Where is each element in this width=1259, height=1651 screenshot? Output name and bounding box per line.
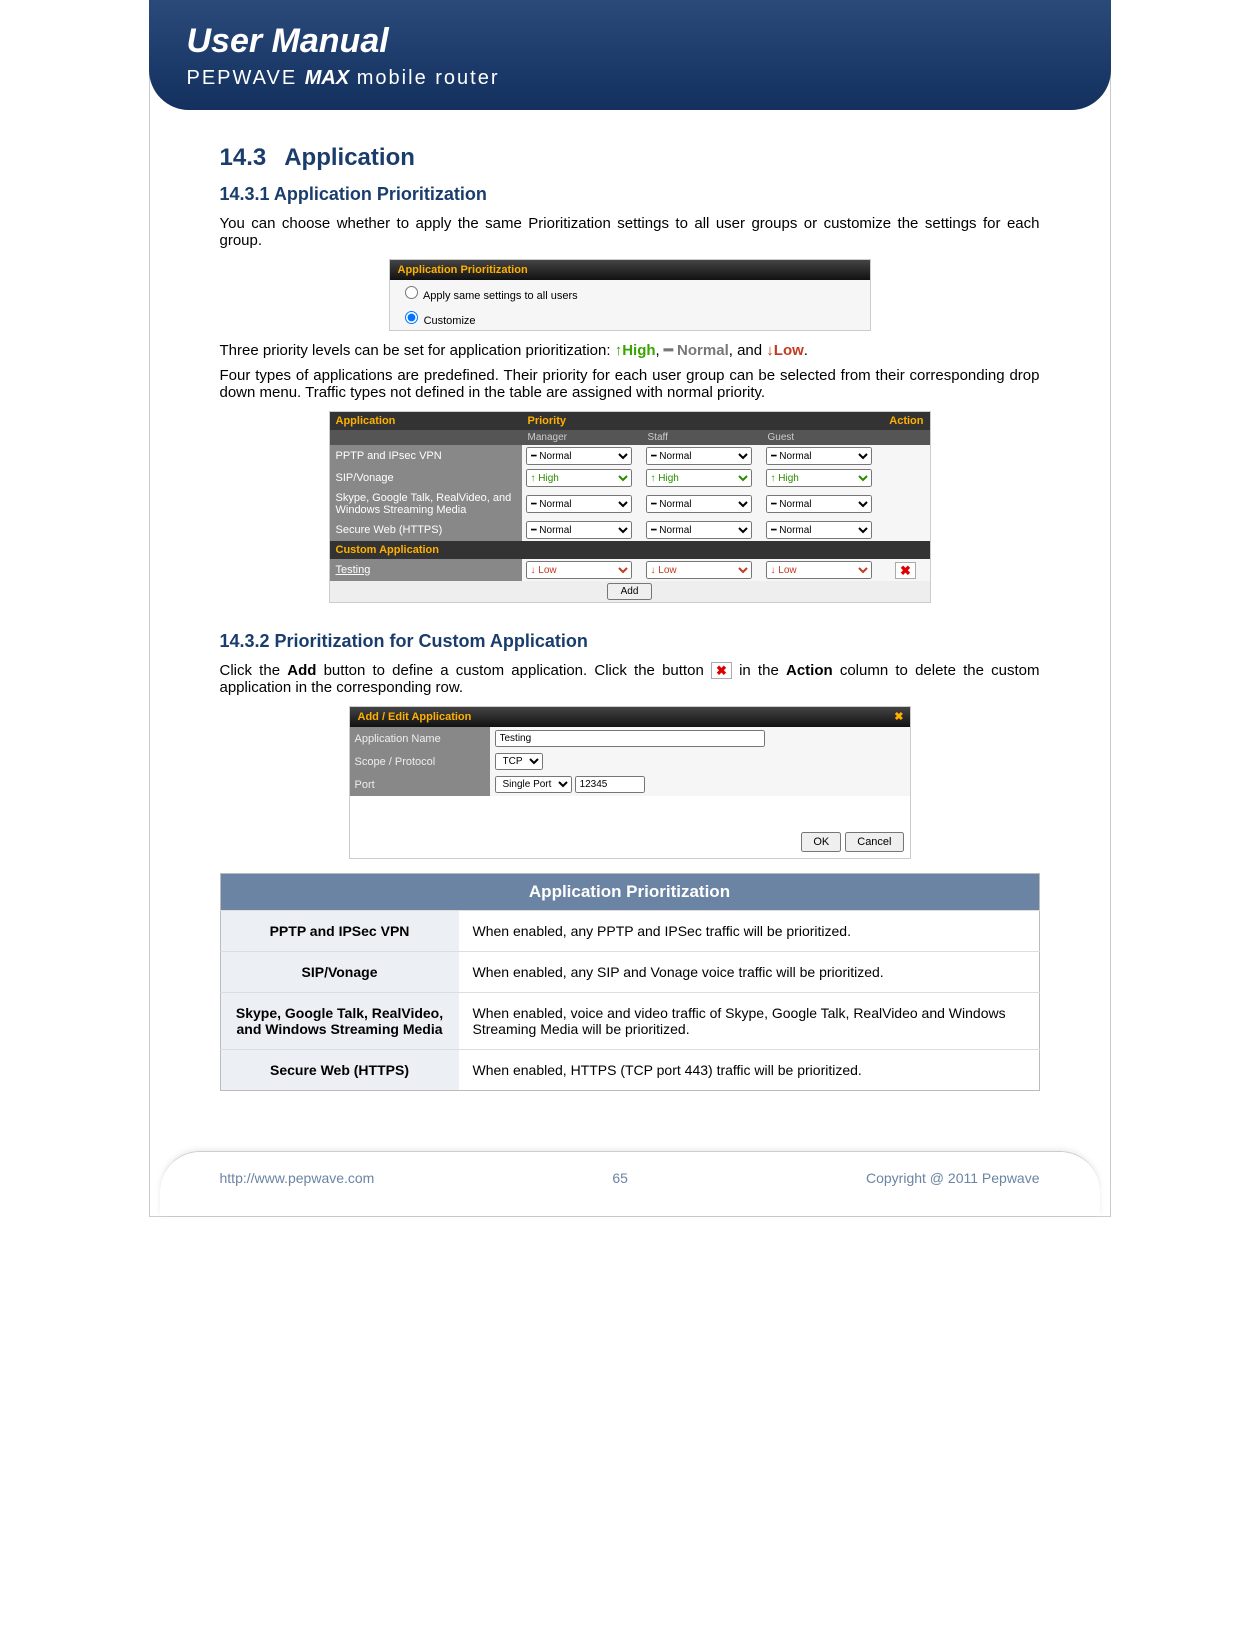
priority-select[interactable]: ↑ High	[766, 469, 872, 487]
delete-icon[interactable]: ✖	[895, 562, 916, 579]
screenshot-prioritization-mode: Application Prioritization Apply same se…	[389, 259, 871, 331]
priority-select[interactable]: ↓ Low	[646, 561, 752, 579]
port-type-select[interactable]: Single Port	[495, 776, 572, 793]
page-number: 65	[612, 1170, 628, 1186]
para: Click the Add button to define a custom …	[220, 662, 1040, 696]
definition-table: Application Prioritization PPTP and IPSe…	[220, 873, 1040, 1091]
screenshot-priority-table: ApplicationPriorityAction ManagerStaffGu…	[329, 411, 931, 603]
priority-low: ↓Low	[766, 342, 804, 359]
priority-select[interactable]: ━ Normal	[646, 521, 752, 539]
priority-select[interactable]: ━ Normal	[766, 495, 872, 513]
table-row: PPTP and IPsec VPN━ Normal━ Normal━ Norm…	[330, 445, 930, 467]
table-row: Skype, Google Talk, RealVideo, and Windo…	[330, 489, 930, 519]
field-label: Application Name	[350, 727, 490, 750]
priority-select[interactable]: ━ Normal	[766, 521, 872, 539]
port-input[interactable]	[575, 776, 645, 793]
table-row: SIP/VonageWhen enabled, any SIP and Vona…	[220, 952, 1039, 993]
panel-title: Application Prioritization	[390, 260, 870, 280]
page-footer: http://www.pepwave.com 65 Copyright @ 20…	[160, 1151, 1100, 1216]
priority-normal: ━ Normal	[664, 342, 729, 359]
col-priority: Priority	[522, 412, 882, 430]
ok-button[interactable]: OK	[801, 832, 841, 852]
priority-select[interactable]: ━ Normal	[766, 447, 872, 465]
radio-input[interactable]	[405, 286, 418, 299]
radio-customize[interactable]: Customize	[390, 305, 870, 330]
field-label: Scope / Protocol	[350, 750, 490, 773]
priority-select[interactable]: ↑ High	[646, 469, 752, 487]
dialog-title: Add / Edit Application✖	[350, 707, 910, 727]
priority-select[interactable]: ━ Normal	[526, 521, 632, 539]
table-row: SIP/Vonage↑ High↑ High↑ High	[330, 467, 930, 489]
priority-select[interactable]: ↑ High	[526, 469, 632, 487]
radio-input[interactable]	[405, 311, 418, 324]
doc-subtitle: PEPWAVE MAX mobile router	[187, 67, 1111, 90]
footer-copyright: Copyright @ 2011 Pepwave	[866, 1170, 1040, 1186]
footer-url: http://www.pepwave.com	[220, 1170, 375, 1186]
radio-apply-all[interactable]: Apply same settings to all users	[390, 280, 870, 305]
section-14-3-2: 14.3.2 Prioritization for Custom Applica…	[220, 631, 1040, 652]
app-name-input[interactable]	[495, 730, 765, 747]
field-label: Port	[350, 773, 490, 796]
table-title: Application Prioritization	[220, 874, 1039, 911]
priority-high: ↑High	[615, 342, 656, 359]
cancel-button[interactable]: Cancel	[845, 832, 903, 852]
priority-select[interactable]: ↓ Low	[766, 561, 872, 579]
para: You can choose whether to apply the same…	[220, 215, 1040, 249]
delete-icon: ✖	[711, 662, 732, 679]
priority-select[interactable]: ━ Normal	[526, 447, 632, 465]
protocol-select[interactable]: TCP	[495, 753, 543, 770]
priority-select[interactable]: ━ Normal	[526, 495, 632, 513]
table-row: Secure Web (HTTPS)When enabled, HTTPS (T…	[220, 1050, 1039, 1091]
doc-title: User Manual	[187, 22, 1111, 61]
col-action: Action	[882, 412, 930, 430]
section-14-3: 14.3Application	[220, 144, 1040, 172]
col-application: Application	[330, 412, 522, 430]
para: Three priority levels can be set for app…	[220, 341, 1040, 359]
add-button[interactable]: Add	[607, 583, 653, 600]
custom-app-link[interactable]: Testing	[330, 559, 522, 581]
doc-header: User Manual PEPWAVE MAX mobile router	[149, 0, 1111, 110]
priority-select[interactable]: ━ Normal	[646, 447, 752, 465]
para: Four types of applications are predefine…	[220, 367, 1040, 401]
section-14-3-1: 14.3.1 Application Prioritization	[220, 184, 1040, 205]
table-row: Skype, Google Talk, RealVideo, and Windo…	[220, 993, 1039, 1050]
table-row: Testing↓ Low↓ Low↓ Low✖	[330, 559, 930, 581]
priority-select[interactable]: ━ Normal	[646, 495, 752, 513]
priority-select[interactable]: ↓ Low	[526, 561, 632, 579]
custom-app-header: Custom Application	[330, 541, 930, 559]
close-icon[interactable]: ✖	[894, 710, 903, 723]
table-row: PPTP and IPSec VPNWhen enabled, any PPTP…	[220, 911, 1039, 952]
table-row: Secure Web (HTTPS)━ Normal━ Normal━ Norm…	[330, 519, 930, 541]
screenshot-add-edit-app: Add / Edit Application✖ Application Name…	[349, 706, 911, 859]
